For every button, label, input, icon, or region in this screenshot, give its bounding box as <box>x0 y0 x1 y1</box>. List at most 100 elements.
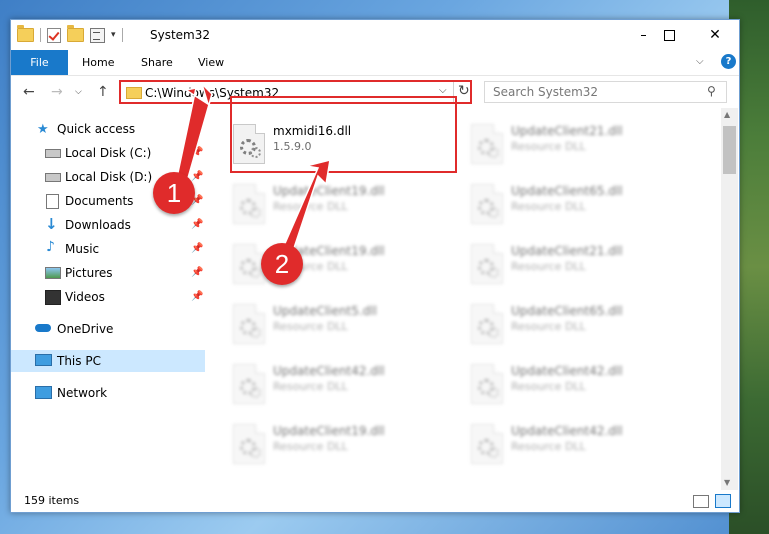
help-icon[interactable]: ? <box>721 54 736 69</box>
dll-file-icon <box>471 184 503 224</box>
scroll-up-icon[interactable]: ▲ <box>724 110 730 119</box>
dll-file-icon <box>471 424 503 464</box>
dll-file-icon <box>471 304 503 344</box>
drive-icon <box>45 173 61 182</box>
sidebar-item-this-pc[interactable]: This PC <box>11 350 205 372</box>
gear-icon <box>488 387 499 398</box>
selected-file-highlight <box>230 96 457 173</box>
sidebar-item-pictures[interactable]: Pictures 📌 <box>11 262 205 284</box>
computer-icon <box>35 354 52 366</box>
tab-file[interactable]: File <box>11 50 68 75</box>
gear-icon <box>488 147 499 158</box>
pin-icon[interactable]: 📌 <box>191 243 203 254</box>
gear-icon <box>250 327 261 338</box>
search-icon[interactable]: ⚲ <box>707 84 716 98</box>
dll-file-icon <box>471 124 503 164</box>
status-bar: 159 items <box>11 490 739 512</box>
cloud-icon <box>35 324 51 332</box>
properties-check-icon[interactable] <box>47 27 61 43</box>
vertical-scrollbar[interactable]: ▲ ▼ <box>721 108 738 490</box>
tab-share[interactable]: Share <box>141 56 173 69</box>
sidebar-item-downloads[interactable]: ↓ Downloads 📌 <box>11 214 205 236</box>
file-item[interactable]: UpdateClient65.dll Resource DLL <box>471 178 701 234</box>
close-button[interactable]: ✕ <box>692 20 738 50</box>
dll-file-icon <box>233 184 265 224</box>
file-item[interactable]: UpdateClient21.dll Resource DLL <box>471 118 701 174</box>
new-folder-icon[interactable] <box>67 25 84 42</box>
file-item[interactable]: UpdateClient5.dll Resource DLL <box>233 298 463 354</box>
file-item[interactable]: UpdateClient65.dll Resource DLL <box>471 298 701 354</box>
maximize-icon <box>663 29 675 41</box>
scroll-down-icon[interactable]: ▼ <box>724 478 730 487</box>
pictures-icon <box>45 267 61 279</box>
sidebar-item-onedrive[interactable]: OneDrive <box>11 318 205 340</box>
search-placeholder: Search System32 <box>493 85 599 99</box>
close-icon: ✕ <box>709 27 721 43</box>
star-icon: ★ <box>37 122 49 137</box>
large-icons-view-icon[interactable] <box>715 494 731 508</box>
sidebar-item-quick-access[interactable]: ★ Quick access <box>11 118 205 140</box>
gear-icon <box>250 267 261 278</box>
dll-file-icon <box>233 424 265 464</box>
tab-home[interactable]: Home <box>82 56 114 69</box>
gear-icon <box>488 207 499 218</box>
pin-icon[interactable]: 📌 <box>191 267 203 278</box>
file-item[interactable]: UpdateClient42.dll Resource DLL <box>233 358 463 414</box>
step-badge-2: 2 <box>261 243 303 285</box>
recent-locations-chevron-icon[interactable]: ⌵ <box>75 87 82 97</box>
navigation-pane: ★ Quick access Local Disk (C:) 📌 Local D… <box>11 108 205 490</box>
dll-file-icon <box>471 244 503 284</box>
network-icon <box>35 386 52 399</box>
tab-view[interactable]: View <box>198 56 224 69</box>
videos-icon <box>45 290 61 305</box>
file-item[interactable]: UpdateClient21.dll Resource DLL <box>471 238 701 294</box>
download-icon: ↓ <box>45 215 58 233</box>
pin-icon[interactable]: 📌 <box>191 291 203 302</box>
address-dropdown-icon[interactable]: ⌵ <box>439 85 447 96</box>
forward-arrow-icon[interactable]: → <box>51 84 63 100</box>
file-item[interactable]: UpdateClient19.dll Resource DLL <box>233 178 463 234</box>
sidebar-item-music[interactable]: ♪ Music 📌 <box>11 238 205 260</box>
music-icon: ♪ <box>46 239 55 255</box>
toolbar-divider <box>40 28 41 42</box>
file-item[interactable]: UpdateClient42.dll Resource DLL <box>471 358 701 414</box>
pin-icon[interactable]: 📌 <box>191 171 203 182</box>
properties-icon[interactable] <box>90 27 105 43</box>
folder-icon <box>126 87 142 99</box>
pin-icon[interactable]: 📌 <box>191 219 203 230</box>
customize-toolbar-dropdown-icon[interactable]: ▾ <box>111 30 116 40</box>
folder-icon <box>17 25 34 42</box>
quick-access-toolbar: ▾ <box>17 25 123 43</box>
scroll-thumb[interactable] <box>723 126 736 174</box>
pin-icon[interactable]: 📌 <box>191 147 203 158</box>
up-arrow-icon[interactable]: ↑ <box>97 84 109 100</box>
details-view-icon[interactable] <box>693 495 709 508</box>
gear-icon <box>250 447 261 458</box>
gear-icon <box>250 387 261 398</box>
refresh-icon[interactable]: ↻ <box>458 83 470 99</box>
dll-file-icon <box>471 364 503 404</box>
title-bar: ▾ System32 — ✕ <box>11 20 739 50</box>
sidebar-item-network[interactable]: Network <box>11 382 205 404</box>
file-item[interactable]: UpdateClient42.dll Resource DLL <box>471 418 701 474</box>
file-explorer-window: ▾ System32 — ✕ File Home Share View ⌵ ? … <box>10 19 740 513</box>
dll-file-icon <box>233 304 265 344</box>
back-arrow-icon[interactable]: ← <box>23 84 35 100</box>
documents-icon <box>46 194 59 209</box>
step-badge-1: 1 <box>153 172 195 214</box>
gear-icon <box>250 207 261 218</box>
file-item[interactable]: UpdateClient19.dll Resource DLL <box>233 418 463 474</box>
drive-icon <box>45 149 61 158</box>
sidebar-item-local-disk-c[interactable]: Local Disk (C:) 📌 <box>11 142 205 164</box>
search-input[interactable]: Search System32 ⚲ <box>484 81 727 103</box>
gear-icon <box>488 447 499 458</box>
window-title: System32 <box>150 28 211 42</box>
expand-ribbon-chevron-icon[interactable]: ⌵ <box>696 56 704 67</box>
maximize-button[interactable] <box>646 20 692 50</box>
toolbar-divider <box>121 28 123 42</box>
sidebar-item-videos[interactable]: Videos 📌 <box>11 286 205 308</box>
item-count: 159 items <box>24 494 80 507</box>
gear-icon <box>488 327 499 338</box>
gear-icon <box>488 267 499 278</box>
ribbon: File Home Share View ⌵ ? <box>11 50 739 76</box>
